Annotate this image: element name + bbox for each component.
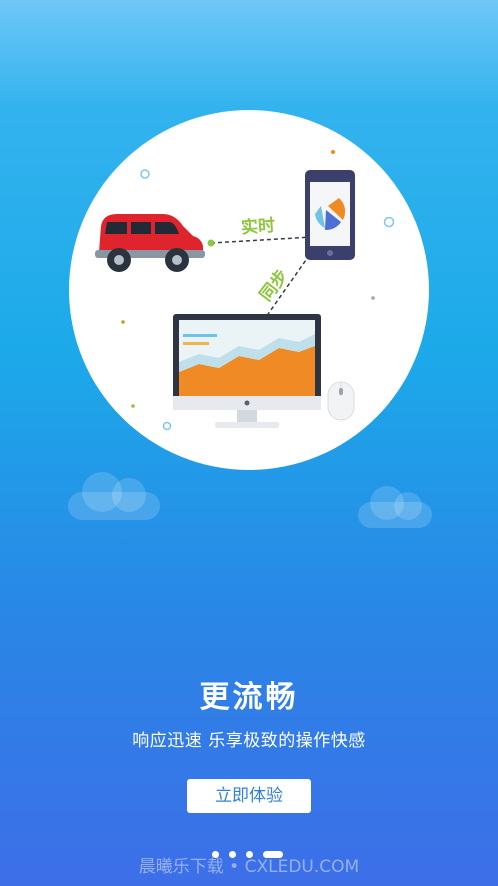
mouse-icon [327,381,355,421]
sync-illustration: 实时 同步 [69,110,429,470]
try-now-button[interactable]: 立即体验 [187,779,311,813]
cloud-right-decoration [358,486,432,528]
link-node-icon [207,239,215,247]
watermark: 晨曦乐下载 • CXLEDU.COM [138,857,360,877]
decor-dot-icon [331,150,335,154]
slide-title: 更流畅 [199,680,299,715]
decor-dot-icon [131,404,135,408]
slide-subtitle: 响应迅速 乐享极致的操作快感 [132,731,366,751]
phone-icon [305,170,355,260]
realtime-label: 实时 [240,215,275,238]
decor-dot-icon [371,296,375,300]
decor-dot-icon [121,320,125,324]
cloud-left-decoration [68,472,160,520]
